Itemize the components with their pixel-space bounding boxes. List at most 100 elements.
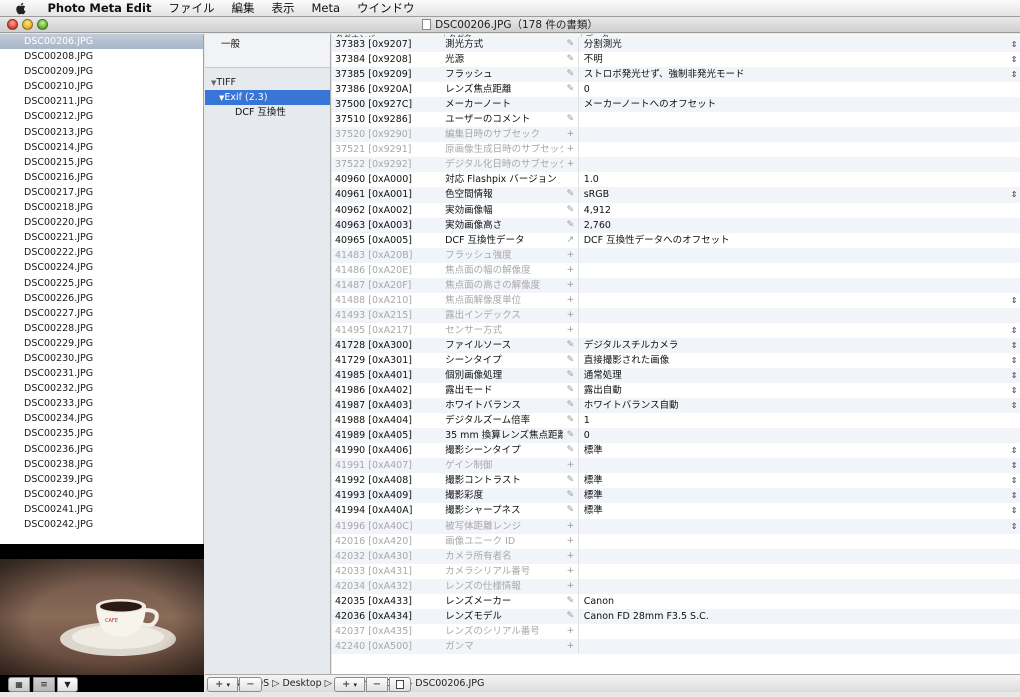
file-list-item[interactable]: DSC00233.JPG [0,396,203,411]
file-list-item[interactable]: DSC00227.JPG [0,306,203,321]
file-list-item[interactable]: DSC00218.JPG [0,200,203,215]
popup-stepper-icon[interactable]: ⇕ [1008,368,1020,383]
add-icon[interactable]: + [563,278,578,293]
apple-icon[interactable] [13,1,29,16]
tag-data-cell[interactable]: 標準 [577,443,1008,459]
tag-data-cell[interactable] [577,277,1008,293]
file-list-item[interactable]: DSC00213.JPG [0,125,203,140]
tag-data-cell[interactable] [577,518,1008,534]
file-list-item[interactable]: DSC00216.JPG [0,170,203,185]
tag-data-cell[interactable] [577,548,1008,564]
edit-icon[interactable]: ✎ [563,609,578,624]
add-tag-group-button[interactable]: + ▾ [207,677,238,692]
edit-icon[interactable]: ✎ [563,67,578,82]
popup-stepper-icon[interactable]: ⇕ [1008,488,1020,503]
file-list-item[interactable]: DSC00210.JPG [0,79,203,94]
file-list-item[interactable]: DSC00225.JPG [0,276,203,291]
table-row[interactable]: 42032 [0xA430] カメラ所有者名 + [332,548,1020,564]
file-list-item[interactable]: DSC00211.JPG [0,94,203,109]
table-row[interactable]: 40963 [0xA003] 実効画像高さ ✎ 2,760 [332,217,1020,233]
minimize-button[interactable] [22,19,33,30]
add-icon[interactable]: + [563,263,578,278]
tag-data-cell[interactable] [577,458,1008,474]
file-list-item[interactable]: DSC00234.JPG [0,411,203,426]
file-list-item[interactable]: DSC00217.JPG [0,185,203,200]
table-row[interactable]: 40965 [0xA005] DCF 互換性データ ↗ DCF 互換性データへのオフセ… [332,232,1020,248]
file-list-item[interactable]: DSC00215.JPG [0,155,203,170]
popup-stepper-icon[interactable]: ⇕ [1008,323,1020,338]
link-icon[interactable]: ↗ [563,233,578,248]
tag-data-cell[interactable]: Canon FD 28mm F3.5 S.C. [577,608,1008,624]
add-icon[interactable]: + [563,308,578,323]
view-options-button[interactable]: ▼ [57,677,78,692]
tree-item-exif[interactable]: ▼Exif (2.3) [205,90,330,105]
menu-meta[interactable]: Meta [303,1,349,15]
remove-tag-button[interactable]: − [366,677,388,692]
remove-tag-group-button[interactable]: − [239,677,262,692]
table-row[interactable]: 37386 [0x920A] レンズ焦点距離 ✎ 0 [332,82,1020,98]
file-list-item[interactable]: DSC00236.JPG [0,442,203,457]
tag-data-cell[interactable] [577,563,1008,579]
popup-stepper-icon[interactable]: ⇕ [1008,383,1020,398]
table-row[interactable]: 41987 [0xA403] ホワイトバランス ✎ ホワイトバランス自動 ⇕ [332,398,1020,414]
tag-data-cell[interactable]: ホワイトバランス自動 [577,398,1008,414]
tag-data-cell[interactable]: 2,760 [577,217,1008,233]
tree-item-dcf[interactable]: DCF 互換性 [205,105,330,120]
table-row[interactable]: 41729 [0xA301] シーンタイプ ✎ 直接撮影された画像 ⇕ [332,352,1020,369]
metadata-table[interactable]: タグナンバー タグ名 データ 37383 [0x9207]測光方式✎分割測光⇕3… [332,34,1020,674]
file-list-item[interactable]: DSC00212.JPG [0,109,203,124]
table-row[interactable]: 40960 [0xA000] 対応 Flashpix バージョン 1.0 [332,172,1020,188]
tag-data-cell[interactable] [577,157,1008,173]
popup-stepper-icon[interactable]: ⇕ [1008,443,1020,458]
tag-data-cell[interactable] [577,142,1008,158]
add-icon[interactable]: + [563,248,578,263]
table-row[interactable]: 41989 [0xA405] 35 mm 換算レンズ焦点距離 ✎ 0 [332,428,1020,444]
table-row[interactable]: 41985 [0xA401] 個別画像処理 ✎ 通常処理 ⇕ [332,368,1020,384]
file-list-item[interactable]: DSC00220.JPG [0,215,203,230]
tag-data-cell[interactable]: 分割測光 [577,37,1008,53]
popup-stepper-icon[interactable]: ⇕ [1008,398,1020,413]
tag-data-cell[interactable]: 0 [577,428,1008,444]
tag-data-cell[interactable]: DCF 互換性データへのオフセット [577,232,1008,248]
edit-icon[interactable]: ✎ [563,398,578,413]
blank-icon[interactable] [563,97,578,112]
tag-data-cell[interactable]: 標準 [577,503,1008,519]
edit-icon[interactable]: ✎ [563,187,578,202]
tag-data-cell[interactable]: 1 [577,413,1008,429]
edit-icon[interactable]: ✎ [563,112,578,127]
popup-stepper-icon[interactable]: ⇕ [1008,519,1020,534]
tag-data-cell[interactable] [577,623,1008,639]
file-list-item[interactable]: DSC00206.JPG [0,34,203,50]
close-button[interactable] [7,19,18,30]
table-row[interactable]: 41986 [0xA402] 露出モード ✎ 露出自動 ⇕ [332,383,1020,399]
file-list[interactable]: DSC00206.JPG DSC00208.JPG DSC00209.JPG DSC0… [0,34,204,544]
tag-data-cell[interactable] [577,292,1008,308]
tag-data-cell[interactable] [577,578,1008,594]
list-view-button[interactable]: ≡ [33,677,55,692]
file-list-item[interactable]: DSC00232.JPG [0,381,203,396]
add-icon[interactable]: + [563,127,578,142]
tag-data-cell[interactable]: 不明 [577,52,1008,68]
edit-icon[interactable]: ✎ [563,338,578,353]
edit-icon[interactable]: ✎ [563,353,578,368]
table-row[interactable]: 41996 [0xA40C] 被写体距離レンジ + ⇕ [332,518,1020,534]
popup-stepper-icon[interactable]: ⇕ [1008,67,1020,82]
table-row[interactable]: 41488 [0xA210] 焦点面解像度単位 + ⇕ [332,292,1020,308]
tag-data-cell[interactable]: 0 [577,82,1008,98]
edit-icon[interactable]: ✎ [563,413,578,428]
table-row[interactable]: 41493 [0xA215] 露出インデックス + [332,307,1020,323]
file-list-item[interactable]: DSC00231.JPG [0,366,203,381]
table-row[interactable]: 37500 [0x927C] メーカーノート メーカーノートへのオフセット [332,97,1020,113]
tag-data-cell[interactable]: Canon [577,593,1008,609]
table-row[interactable]: 41988 [0xA404] デジタルズーム倍率 ✎ 1 [332,413,1020,429]
table-row[interactable]: 42036 [0xA434] レンズモデル ✎ Canon FD 28mm F3.5 … [332,608,1020,624]
table-row[interactable]: 40961 [0xA001] 色空間情報 ✎ sRGB ⇕ [332,187,1020,203]
edit-icon[interactable]: ✎ [563,428,578,443]
popup-stepper-icon[interactable]: ⇕ [1008,473,1020,488]
file-list-item[interactable]: DSC00228.JPG [0,321,203,336]
file-list-item[interactable]: DSC00240.JPG [0,487,203,502]
file-list-item[interactable]: DSC00235.JPG [0,426,203,441]
table-row[interactable]: 42033 [0xA431] カメラシリアル番号 + [332,563,1020,579]
edit-icon[interactable]: ✎ [563,82,578,97]
file-list-item[interactable]: DSC00230.JPG [0,351,203,366]
